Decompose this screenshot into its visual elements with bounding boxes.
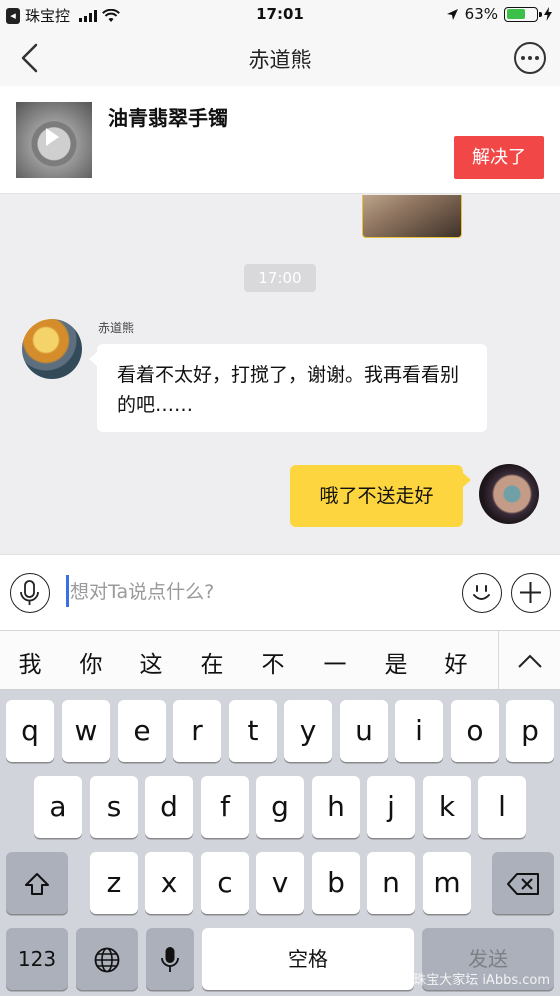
key-k[interactable]: k (423, 776, 471, 838)
key-y[interactable]: y (284, 700, 332, 762)
microphone-icon (20, 580, 39, 605)
dictation-key[interactable] (146, 928, 194, 990)
candidate-word[interactable]: 是 (376, 645, 416, 679)
previous-image-message[interactable] (362, 195, 462, 238)
expand-candidates-button[interactable] (498, 631, 560, 690)
sender-name: 赤道熊 (98, 321, 135, 335)
key-c[interactable]: c (201, 852, 249, 914)
key-h[interactable]: h (312, 776, 360, 838)
key-x[interactable]: x (145, 852, 193, 914)
key-v[interactable]: v (256, 852, 304, 914)
sender-avatar[interactable] (22, 319, 82, 379)
microphone-icon (161, 947, 179, 972)
shift-key[interactable] (6, 852, 68, 914)
key-g[interactable]: g (256, 776, 304, 838)
message-timestamp: 17:00 (244, 264, 316, 292)
my-avatar[interactable] (479, 464, 539, 524)
text-caret (66, 575, 69, 607)
candidate-word[interactable]: 好 (436, 645, 476, 679)
product-title[interactable]: 油青翡翠手镯 (108, 102, 228, 131)
candidate-word[interactable]: 不 (253, 645, 293, 679)
candidate-word[interactable]: 你 (71, 645, 111, 679)
space-key[interactable]: 空格 (202, 928, 414, 990)
more-actions-button[interactable] (511, 573, 551, 613)
key-d[interactable]: d (145, 776, 193, 838)
smiley-icon (473, 585, 490, 600)
chevron-up-icon (517, 654, 542, 668)
globe-icon (94, 947, 120, 973)
charging-bolt-icon (544, 7, 552, 21)
key-q[interactable]: q (6, 700, 54, 762)
ime-candidate-bar: 我 你 这 在 不 一 是 好 (0, 630, 560, 690)
candidate-word[interactable]: 在 (192, 645, 232, 679)
candidate-word[interactable]: 这 (131, 645, 171, 679)
watermark: 珠宝大家坛 iAbbs.com (413, 973, 550, 988)
key-m[interactable]: m (423, 852, 471, 914)
solved-button[interactable]: 解决了 (454, 136, 544, 179)
keyboard: q w e r t y u i o p a s d f g h j k l z … (0, 690, 560, 996)
key-w[interactable]: w (62, 700, 110, 762)
key-s[interactable]: s (90, 776, 138, 838)
key-o[interactable]: o (451, 700, 499, 762)
chat-messages[interactable]: 17:00 赤道熊 看着不太好，打搅了，谢谢。我再看看别的吧…… 哦了不送走好 (0, 195, 560, 554)
product-video-thumbnail[interactable] (16, 102, 92, 178)
outgoing-message-bubble[interactable]: 哦了不送走好 (290, 465, 471, 527)
key-t[interactable]: t (229, 700, 277, 762)
numbers-key[interactable]: 123 (6, 928, 68, 990)
backspace-icon (507, 873, 539, 895)
key-l[interactable]: l (478, 776, 526, 838)
battery-icon (504, 6, 542, 22)
voice-input-button[interactable] (10, 573, 50, 613)
key-i[interactable]: i (395, 700, 443, 762)
battery-percent: 63% (464, 5, 498, 23)
battery-fill (506, 9, 525, 19)
message-input-bar (0, 554, 560, 630)
key-n[interactable]: n (367, 852, 415, 914)
nav-bar: 赤道熊 (0, 30, 560, 86)
plus-icon (520, 582, 541, 603)
incoming-message-bubble[interactable]: 看着不太好，打搅了，谢谢。我再看看别的吧…… (89, 344, 487, 432)
more-options-icon[interactable] (514, 42, 546, 74)
key-z[interactable]: z (90, 852, 138, 914)
globe-key[interactable] (76, 928, 138, 990)
message-text-field[interactable] (70, 573, 440, 611)
key-e[interactable]: e (118, 700, 166, 762)
delete-key[interactable] (492, 852, 554, 914)
key-b[interactable]: b (312, 852, 360, 914)
key-p[interactable]: p (506, 700, 554, 762)
key-r[interactable]: r (173, 700, 221, 762)
key-f[interactable]: f (201, 776, 249, 838)
shift-arrow-icon (25, 873, 49, 895)
chat-title: 赤道熊 (248, 48, 312, 72)
candidate-word[interactable]: 我 (10, 645, 50, 679)
key-j[interactable]: j (367, 776, 415, 838)
play-icon (46, 128, 59, 146)
product-card[interactable]: 油青翡翠手镯 解决了 (0, 86, 560, 194)
candidate-word[interactable]: 一 (315, 645, 355, 679)
key-u[interactable]: u (340, 700, 388, 762)
message-input[interactable] (64, 573, 444, 611)
status-bar: ◂ 珠宝控 17:01 63% (0, 0, 560, 30)
location-arrow-icon (446, 8, 458, 20)
emoji-button[interactable] (462, 573, 502, 613)
key-a[interactable]: a (34, 776, 82, 838)
